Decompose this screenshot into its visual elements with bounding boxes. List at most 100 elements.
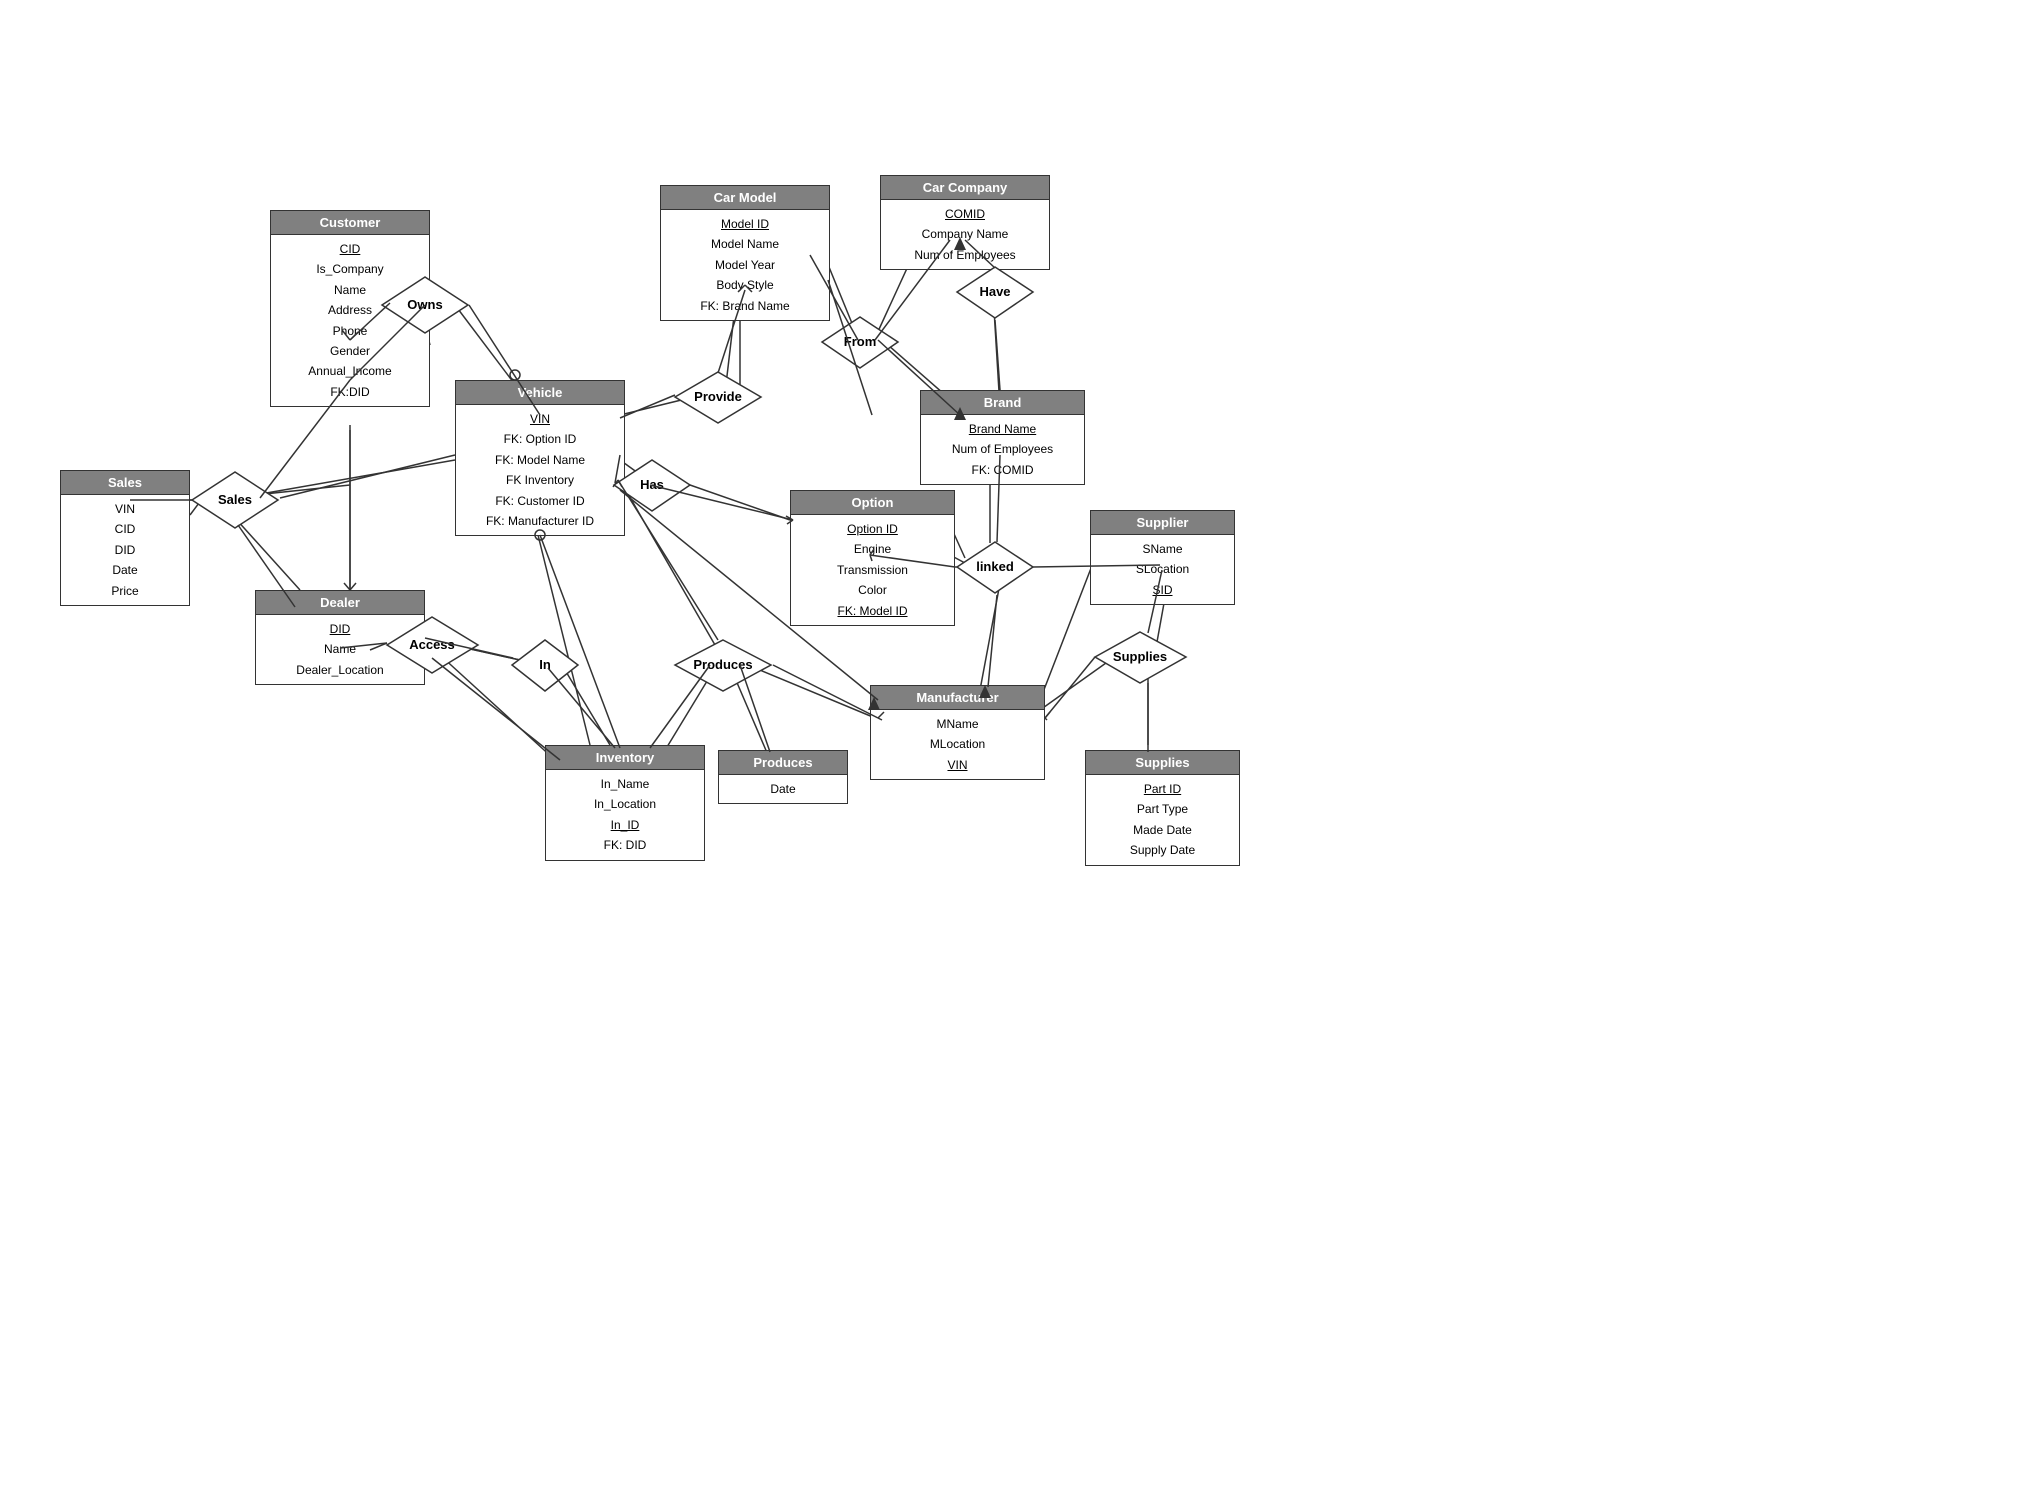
brand-header: Brand (921, 391, 1084, 415)
vehicle-attr-3: FK Inventory (466, 470, 614, 490)
option-attr-1: Engine (801, 539, 944, 559)
option-attr-2: Transmission (801, 560, 944, 580)
vehicle-body: VIN FK: Option ID FK: Model Name FK Inve… (456, 405, 624, 535)
brand-body: Brand Name Num of Employees FK: COMID (921, 415, 1084, 484)
option-header: Option (791, 491, 954, 515)
svg-text:Access: Access (409, 637, 455, 652)
car-model-attr-3: Body Style (671, 275, 819, 295)
car-company-pk: COMID (891, 204, 1039, 224)
in-relationship: In (510, 638, 580, 693)
inventory-entity: Inventory In_Name In_Location In_ID FK: … (545, 745, 705, 861)
option-attr-3: Color (801, 580, 944, 600)
car-model-pk: Model ID (671, 214, 819, 234)
inventory-attr-3: FK: DID (556, 835, 694, 855)
supplies-relationship: Supplies (1093, 630, 1188, 685)
supplier-attr-2: SLocation (1101, 559, 1224, 579)
supplier-entity: Supplier SName SLocation SID (1090, 510, 1235, 605)
car-company-attr-1: Company Name (891, 224, 1039, 244)
car-company-header: Car Company (881, 176, 1049, 200)
customer-pk: CID (281, 239, 419, 259)
vehicle-entity: Vehicle VIN FK: Option ID FK: Model Name… (455, 380, 625, 536)
car-company-entity: Car Company COMID Company Name Num of Em… (880, 175, 1050, 270)
er-diagram: Customer CID Is_Company Name Address Pho… (0, 0, 2018, 1487)
inventory-pk: In_ID (556, 815, 694, 835)
option-pk: Option ID (801, 519, 944, 539)
inventory-attr-1: In_Name (556, 774, 694, 794)
brand-attr-1: Num of Employees (931, 439, 1074, 459)
car-company-body: COMID Company Name Num of Employees (881, 200, 1049, 269)
manufacturer-attr-2: MLocation (881, 734, 1034, 754)
supplies-table-attr-2: Made Date (1096, 820, 1229, 840)
brand-attr-2: FK: COMID (931, 460, 1074, 480)
brand-pk: Brand Name (931, 419, 1074, 439)
option-body: Option ID Engine Transmission Color FK: … (791, 515, 954, 625)
supplies-table-body: Part ID Part Type Made Date Supply Date (1086, 775, 1239, 865)
produces-relationship: Produces (673, 638, 773, 693)
vehicle-attr-2: FK: Model Name (466, 450, 614, 470)
vehicle-pk: VIN (466, 409, 614, 429)
manufacturer-body: MName MLocation VIN (871, 710, 1044, 779)
brand-entity: Brand Brand Name Num of Employees FK: CO… (920, 390, 1085, 485)
car-model-attr-2: Model Year (671, 255, 819, 275)
from-relationship: From (820, 315, 900, 370)
supplier-pk: SID (1101, 580, 1224, 600)
inventory-header: Inventory (546, 746, 704, 770)
vehicle-attr-4: FK: Customer ID (466, 491, 614, 511)
vehicle-attr-5: FK: Manufacturer ID (466, 511, 614, 531)
supplies-table-attr-1: Part Type (1096, 799, 1229, 819)
svg-text:Have: Have (979, 284, 1010, 299)
svg-text:Supplies: Supplies (1113, 649, 1167, 664)
car-company-attr-2: Num of Employees (891, 245, 1039, 265)
option-entity: Option Option ID Engine Transmission Col… (790, 490, 955, 626)
manufacturer-header: Manufacturer (871, 686, 1044, 710)
sales-attr-4: Date (71, 560, 179, 580)
access-relationship: Access (385, 615, 475, 678)
car-model-attr-4: FK: Brand Name (671, 296, 819, 316)
inventory-attr-2: In_Location (556, 794, 694, 814)
manufacturer-attr-1: MName (881, 714, 1034, 734)
dealer-header: Dealer (256, 591, 424, 615)
option-attr-4: FK: Model ID (801, 601, 944, 621)
customer-attr-5: Gender (281, 341, 419, 361)
has-relationship: Has (612, 458, 692, 516)
svg-text:In: In (539, 657, 551, 672)
vehicle-header: Vehicle (456, 381, 624, 405)
car-model-header: Car Model (661, 186, 829, 210)
sales-relationship: Sales (190, 470, 280, 530)
manufacturer-entity: Manufacturer MName MLocation VIN (870, 685, 1045, 780)
supplies-table-header: Supplies (1086, 751, 1239, 775)
svg-text:Provide: Provide (694, 389, 742, 404)
customer-attr-7: FK:DID (281, 382, 419, 402)
customer-attr-6: Annual_Income (281, 361, 419, 381)
svg-text:Owns: Owns (407, 297, 442, 312)
owns-relationship: Owns (380, 275, 470, 335)
provide-relationship: Provide (673, 370, 763, 425)
svg-text:linked: linked (976, 559, 1014, 574)
svg-text:Produces: Produces (693, 657, 752, 672)
supplies-table-attr-3: Supply Date (1096, 840, 1229, 860)
produces-table-body: Date (719, 775, 847, 803)
have-relationship: Have (955, 265, 1035, 320)
produces-table-entity: Produces Date (718, 750, 848, 804)
car-model-entity: Car Model Model ID Model Name Model Year… (660, 185, 830, 321)
supplies-table-pk: Part ID (1096, 779, 1229, 799)
sales-attr-3: DID (71, 540, 179, 560)
svg-text:Has: Has (640, 477, 664, 492)
supplier-header: Supplier (1091, 511, 1234, 535)
sales-table-entity: Sales VIN CID DID Date Price (60, 470, 190, 606)
produces-table-header: Produces (719, 751, 847, 775)
sales-attr-2: CID (71, 519, 179, 539)
sales-table-body: VIN CID DID Date Price (61, 495, 189, 605)
car-model-body: Model ID Model Name Model Year Body Styl… (661, 210, 829, 320)
supplier-attr-1: SName (1101, 539, 1224, 559)
sales-attr-1: VIN (71, 499, 179, 519)
svg-text:From: From (844, 334, 877, 349)
produces-table-attr-1: Date (729, 779, 837, 799)
sales-table-header: Sales (61, 471, 189, 495)
svg-text:Sales: Sales (218, 492, 252, 507)
inventory-body: In_Name In_Location In_ID FK: DID (546, 770, 704, 860)
vehicle-attr-1: FK: Option ID (466, 429, 614, 449)
sales-attr-5: Price (71, 581, 179, 601)
supplies-table-entity: Supplies Part ID Part Type Made Date Sup… (1085, 750, 1240, 866)
supplier-body: SName SLocation SID (1091, 535, 1234, 604)
